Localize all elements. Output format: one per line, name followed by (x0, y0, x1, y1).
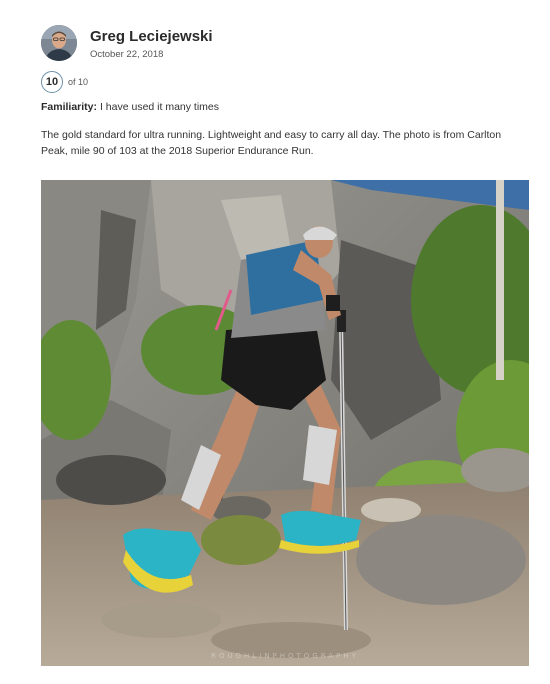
score: 10 of 10 (41, 71, 88, 93)
score-max: of 10 (68, 77, 89, 87)
trail-runner-photo (41, 180, 529, 666)
author-name[interactable]: Greg Leciejewski (90, 28, 213, 45)
author-avatar[interactable] (41, 25, 77, 61)
review-card: Greg Leciejewski October 22, 2018 10 of … (0, 0, 550, 684)
photo-watermark: ROUGHLINPHOTOGRAPHY (211, 652, 359, 660)
review-body: The gold standard for ultra running. Lig… (41, 129, 502, 157)
familiarity: Familiarity: I have used it many times (41, 101, 219, 113)
user-avatar-photo-icon (41, 25, 77, 61)
familiarity-label: Familiarity: (41, 101, 98, 113)
review-date: October 22, 2018 (90, 49, 164, 60)
familiarity-value: I have used it many times (99, 101, 220, 113)
review-photo[interactable]: ROUGHLINPHOTOGRAPHY (41, 180, 529, 666)
score-badge: 10 (41, 71, 63, 93)
